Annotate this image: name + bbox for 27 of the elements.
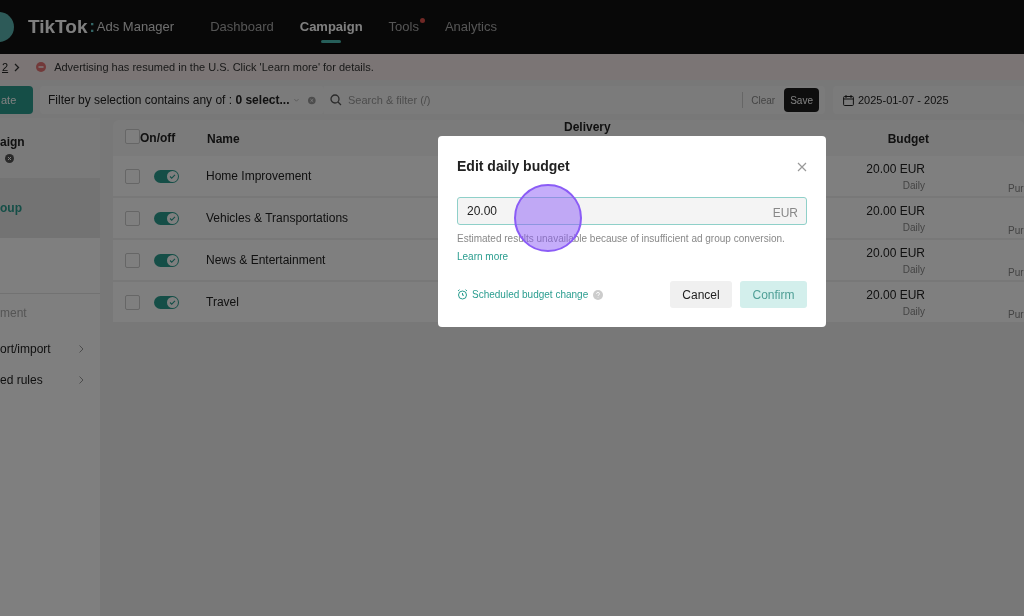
budget-type: Daily [902,178,925,193]
budget-amount: 20.00 EUR [866,202,925,220]
brand-logo: TikTok [28,14,88,39]
column-header: Delivery [564,121,611,134]
currency-unit: EUR [772,205,798,222]
table-cell-text: News & Entertainment [206,252,326,269]
dialog-title: Edit daily budget [457,157,570,176]
budget-amount: 20.00 EUR [866,286,925,304]
column-header: Budget [887,131,930,148]
column-header: On/off [140,130,177,147]
table-cell-text: Vehicles & Transportations [206,210,349,227]
product-name: Ads Manager [96,18,175,37]
budget-amount: 20.00 EUR [866,244,925,262]
table-cell-text: Home Improvement [206,168,312,185]
table-cell-text: Pur [1008,265,1024,280]
table-cell-text: Pur [1008,307,1024,322]
logo-colon: : [89,17,95,37]
filter-value: Filter by selection contains any of : 0 select... [48,92,290,109]
banner-message: Advertising has resumed in the U.S. Click 'Learn more' for details. [54,59,374,75]
budget-type: Daily [902,304,925,319]
column-header: Name [207,131,241,148]
table-cell-text: Pur [1008,181,1024,196]
table-cell-text: Travel [206,294,239,311]
budget-type: Daily [902,262,925,277]
table-cell-text: Pur [1008,223,1024,238]
budget-amount: 20.00 EUR [866,160,925,178]
budget-type: Daily [902,220,925,235]
